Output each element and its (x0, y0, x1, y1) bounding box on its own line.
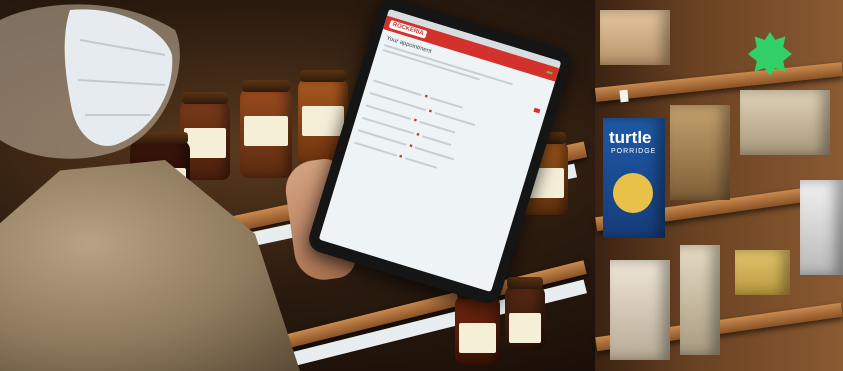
price-tag: ​ (619, 89, 629, 103)
cereal-brand-text: turtle (609, 128, 652, 147)
jam-jar (455, 287, 500, 365)
product-box (740, 90, 830, 155)
jam-jar (240, 80, 292, 178)
header-button[interactable] (546, 70, 553, 75)
action-button[interactable] (533, 107, 541, 114)
face-mask (0, 4, 180, 159)
product-box (735, 250, 790, 295)
cereal-box: turtle PORRIDGE (603, 118, 665, 238)
product-box (610, 260, 670, 360)
product-box (670, 105, 730, 200)
cereal-bowl-image (613, 173, 653, 213)
cereal-subtitle-text: PORRIDGE (611, 148, 657, 155)
product-box (600, 10, 670, 65)
product-box (800, 180, 843, 275)
product-box (680, 245, 720, 355)
store-photo: turtle PORRIDGE ​ ​ ROCKERIA Your appoin… (0, 0, 843, 371)
jam-jar (505, 277, 545, 350)
